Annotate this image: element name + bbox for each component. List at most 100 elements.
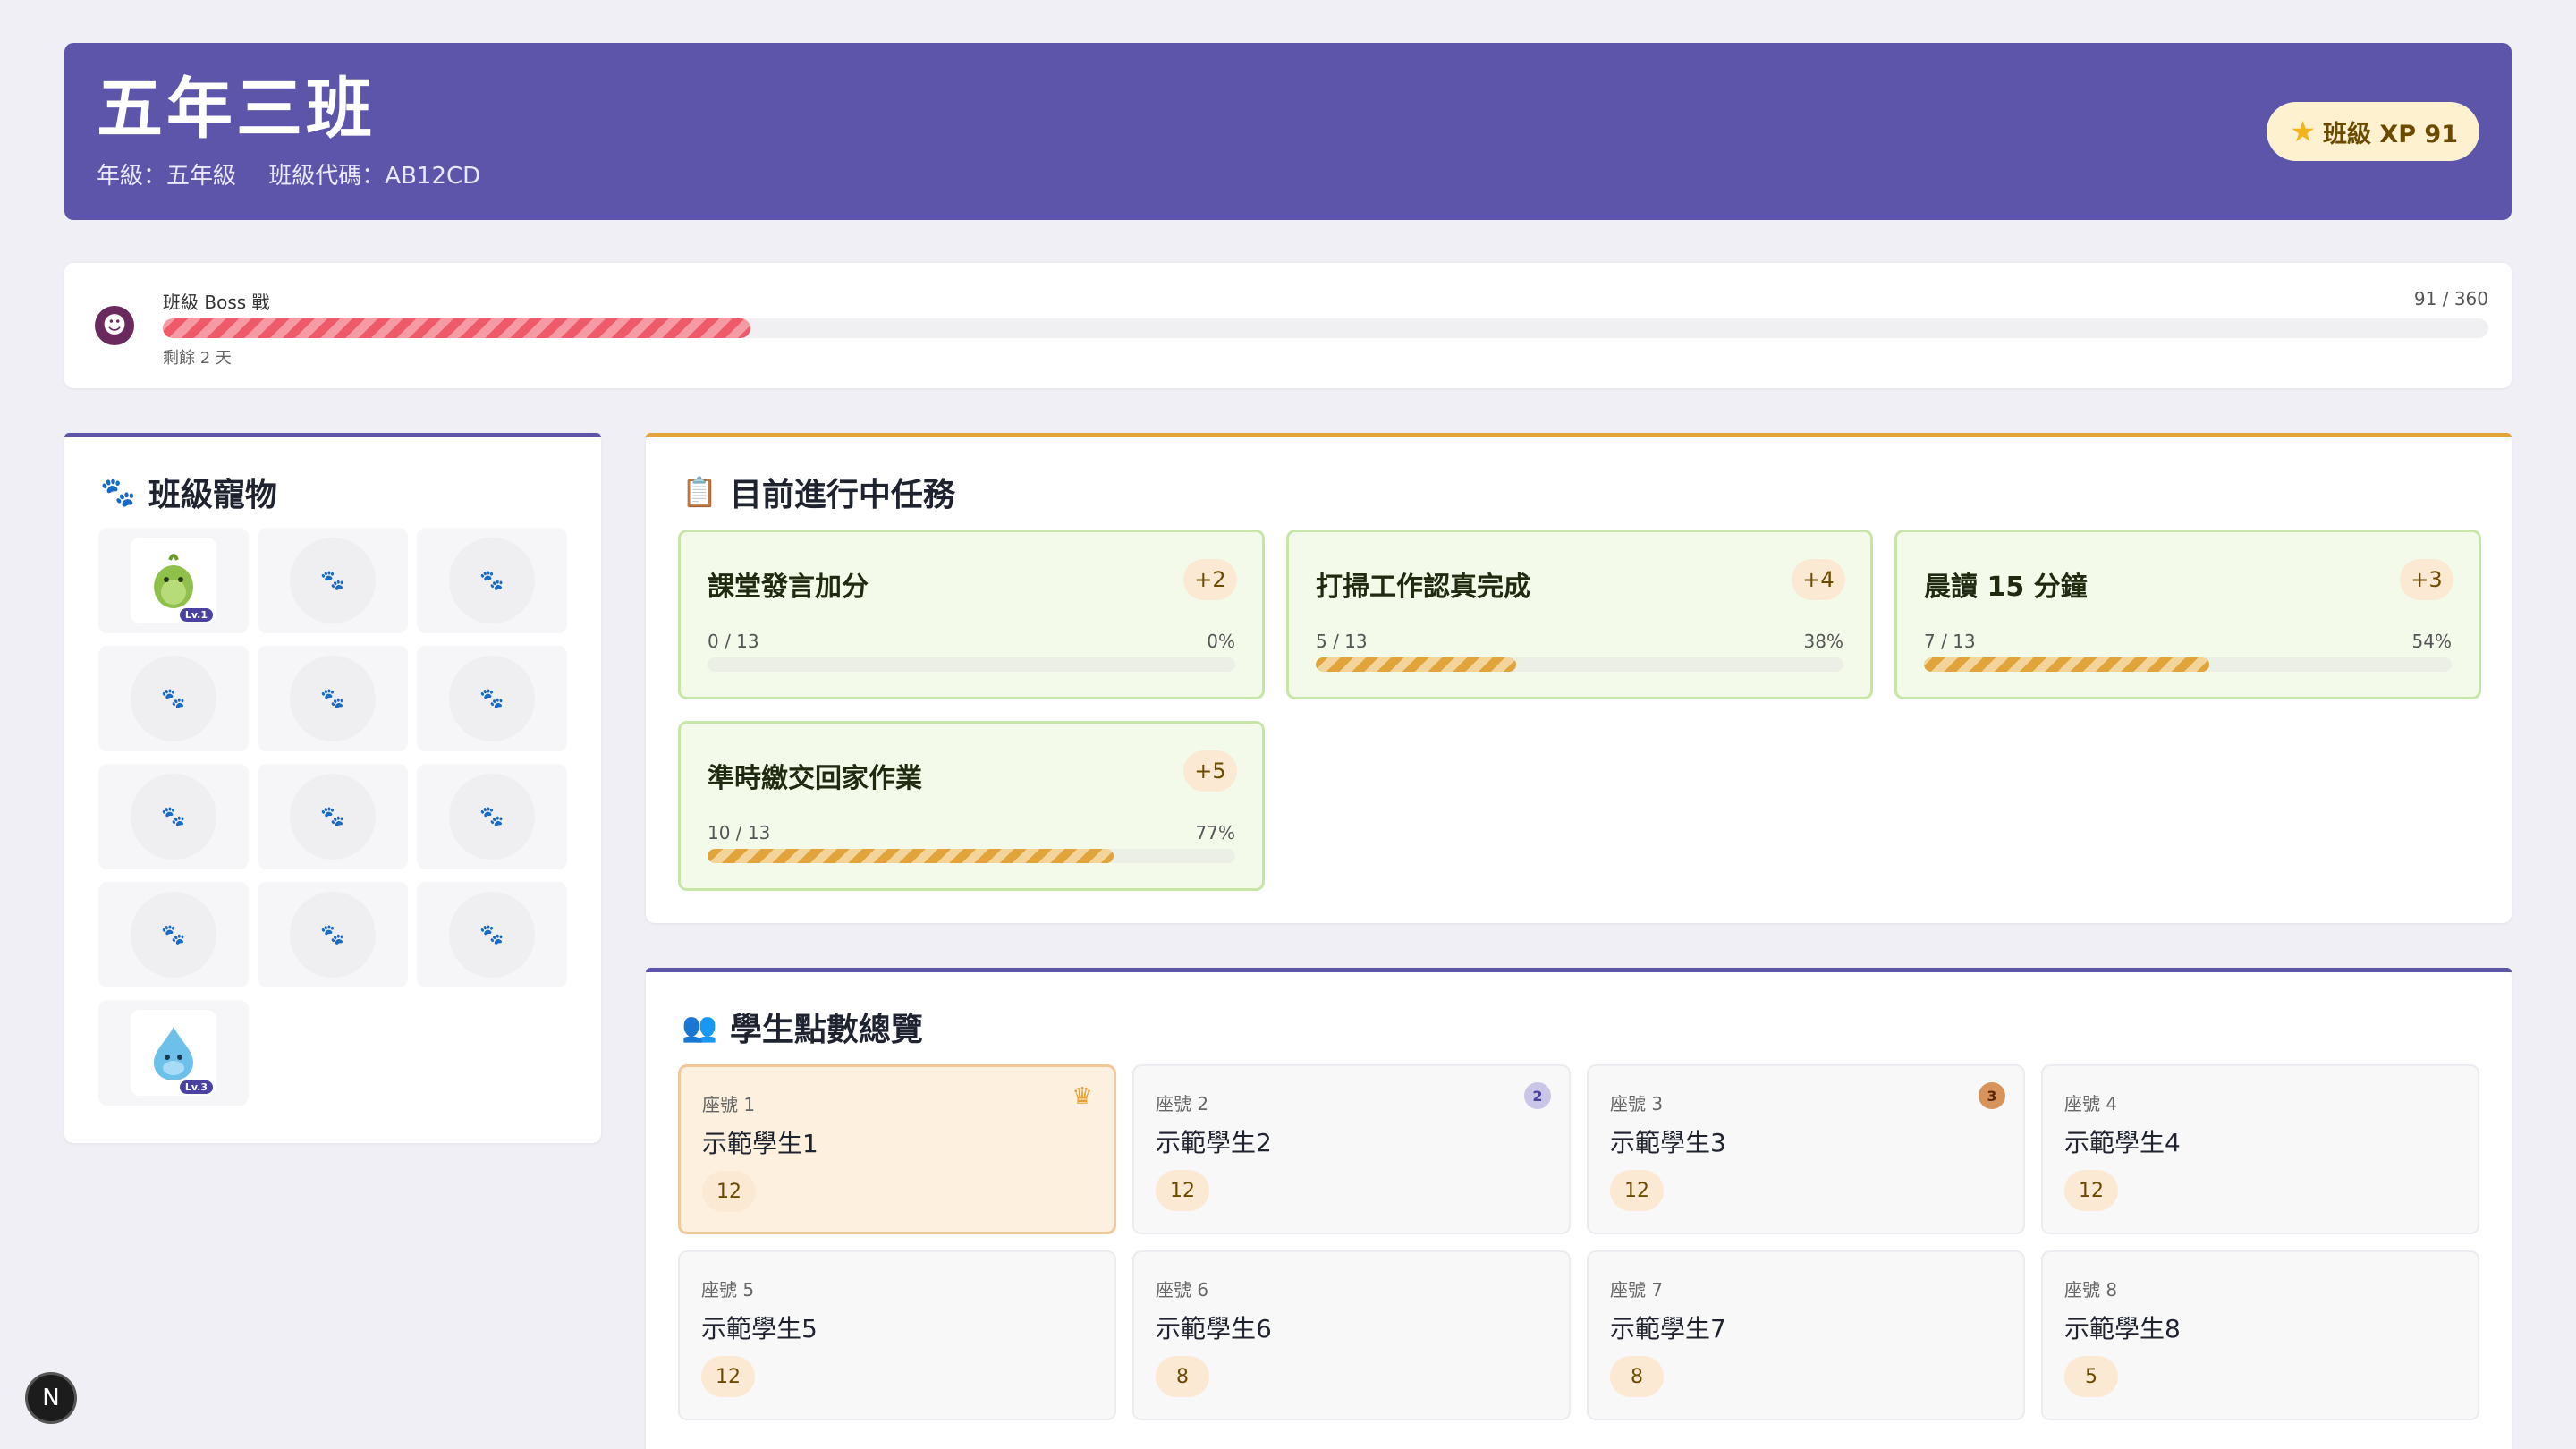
- student-points-badge: 12: [701, 1356, 755, 1397]
- student-points-badge: 8: [1610, 1356, 1664, 1397]
- student-card[interactable]: 座號 6 示範學生6 8: [1132, 1250, 1571, 1420]
- student-card[interactable]: 座號 5 示範學生5 12: [678, 1250, 1116, 1420]
- student-seat: 座號 8: [2064, 1279, 2118, 1301]
- pet-slot-filled[interactable]: Lv.3: [98, 1000, 249, 1106]
- quest-progress-count: 7 / 13: [1924, 631, 1976, 652]
- star-icon: ★: [2290, 114, 2317, 148]
- pet-slot-empty[interactable]: 🐾: [258, 646, 408, 751]
- pet-slot-empty[interactable]: 🐾: [417, 646, 567, 751]
- boss-battle-card: ☻ 班級 Boss 戰 91 / 360 剩餘 2 天: [64, 263, 2512, 388]
- quest-progress-percent: 54%: [2411, 631, 2452, 652]
- quest-progress-percent: 38%: [1803, 631, 1843, 652]
- pets-title: 班級寵物: [148, 477, 277, 513]
- student-card[interactable]: 座號 2 示範學生2 12 2: [1132, 1064, 1571, 1234]
- quest-name: 準時繳交回家作業: [708, 763, 922, 794]
- student-seat: 座號 2: [1156, 1093, 1209, 1114]
- student-name: 示範學生2: [1156, 1128, 1272, 1157]
- class-title: 五年三班: [97, 71, 376, 148]
- class-xp-label: 班級 XP 91: [2323, 120, 2458, 148]
- paw-icon: 🐾: [131, 892, 216, 978]
- quest-progress-percent: 0%: [1207, 631, 1235, 652]
- quest-grid: 課堂發言加分 +2 0 / 13 0% 打掃工作認真完成 +4 5 / 13 38% 晨讀 15…: [678, 530, 2481, 891]
- pet-level-badge: Lv.1: [179, 608, 213, 622]
- quest-card[interactable]: 打掃工作認真完成 +4 5 / 13 38%: [1286, 530, 1873, 699]
- paw-icon: 🐾: [131, 774, 216, 860]
- student-card[interactable]: 座號 3 示範學生3 12 3: [1587, 1064, 2025, 1234]
- student-seat: 座號 1: [702, 1094, 756, 1115]
- quest-card[interactable]: 準時繳交回家作業 +5 10 / 13 77%: [678, 721, 1265, 891]
- student-seat: 座號 6: [1156, 1279, 1209, 1301]
- boss-progress-track: [163, 318, 2488, 338]
- paw-icon: 🐾: [449, 774, 535, 860]
- paw-icon: 🐾: [449, 538, 535, 623]
- quest-points-badge: +3: [2400, 559, 2453, 600]
- student-seat: 座號 4: [2064, 1093, 2118, 1114]
- paw-icon: 🐾: [290, 892, 376, 978]
- quest-progress-count: 10 / 13: [708, 822, 771, 843]
- active-quests-panel: 📋 目前進行中任務 課堂發言加分 +2 0 / 13 0% 打掃工作認真完成 +4 5 / …: [646, 433, 2512, 923]
- paw-icon: 🐾: [100, 475, 136, 509]
- quest-progress-fill: [1924, 657, 2209, 672]
- student-seat: 座號 7: [1610, 1279, 1664, 1301]
- boss-progress-fill: [163, 318, 751, 338]
- student-seat: 座號 5: [701, 1279, 755, 1301]
- crown-icon: ♛: [1072, 1083, 1093, 1110]
- student-name: 示範學生3: [1610, 1128, 1726, 1157]
- paw-icon: 🐾: [131, 656, 216, 741]
- pet-slot-empty[interactable]: 🐾: [258, 882, 408, 987]
- pet-slot-filled[interactable]: Lv.1: [98, 528, 249, 633]
- quest-progress-track: [1316, 657, 1843, 672]
- student-points-badge: 12: [702, 1171, 756, 1212]
- quest-name: 晨讀 15 分鐘: [1924, 572, 2088, 603]
- student-name: 示範學生4: [2064, 1128, 2181, 1157]
- quest-card[interactable]: 晨讀 15 分鐘 +3 7 / 13 54%: [1894, 530, 2481, 699]
- student-card[interactable]: 座號 8 示範學生8 5: [2041, 1250, 2479, 1420]
- pet-slot-empty[interactable]: 🐾: [258, 528, 408, 633]
- student-name: 示範學生7: [1610, 1314, 1726, 1343]
- demon-face-icon: ☻: [95, 306, 134, 345]
- student-grid: 座號 1 示範學生1 12 ♛ 座號 2 示範學生2 12 2 座號 3 示範學生3 12 3 座號 4…: [678, 1064, 2479, 1420]
- dev-tools-button[interactable]: N: [25, 1372, 77, 1424]
- quest-points-badge: +5: [1183, 750, 1237, 792]
- student-name: 示範學生1: [702, 1129, 818, 1158]
- quest-name: 打掃工作認真完成: [1316, 572, 1530, 603]
- student-card[interactable]: 座號 1 示範學生1 12 ♛: [678, 1064, 1116, 1234]
- panel-title-students: 👥 學生點數總覽: [682, 1004, 923, 1050]
- pet-blue-droplet-icon: Lv.3: [131, 1010, 216, 1096]
- panel-title-pets: 🐾 班級寵物: [100, 469, 277, 515]
- class-meta: 年級：五年級 班級代碼：AB12CD: [97, 157, 2479, 191]
- pet-slot-empty[interactable]: 🐾: [417, 882, 567, 987]
- quest-card[interactable]: 課堂發言加分 +2 0 / 13 0%: [678, 530, 1265, 699]
- clipboard-icon: 📋: [682, 475, 717, 509]
- quest-progress-count: 0 / 13: [708, 631, 759, 652]
- users-icon: 👥: [682, 1010, 717, 1044]
- paw-icon: 🐾: [290, 656, 376, 741]
- panel-title-quests: 📋 目前進行中任務: [682, 469, 955, 515]
- pet-slot-empty[interactable]: 🐾: [258, 764, 408, 869]
- student-name: 示範學生8: [2064, 1314, 2181, 1343]
- quest-progress-track: [708, 657, 1235, 672]
- boss-count: 91 / 360: [2413, 288, 2488, 309]
- student-seat: 座號 3: [1610, 1093, 1664, 1114]
- panel-accent: [64, 433, 601, 437]
- quest-progress-fill: [708, 849, 1114, 863]
- student-name: 示範學生5: [701, 1314, 818, 1343]
- pet-slot-empty[interactable]: 🐾: [417, 764, 567, 869]
- quest-progress-fill: [1316, 657, 1517, 672]
- quest-progress-percent: 77%: [1195, 822, 1235, 843]
- class-header: 五年三班 年級：五年級 班級代碼：AB12CD ★ 班級 XP 91: [64, 43, 2512, 220]
- pet-slot-empty[interactable]: 🐾: [98, 646, 249, 751]
- student-points-badge: 5: [2064, 1356, 2118, 1397]
- pet-slot-empty[interactable]: 🐾: [417, 528, 567, 633]
- student-card[interactable]: 座號 4 示範學生4 12: [2041, 1064, 2479, 1234]
- class-xp-badge[interactable]: ★ 班級 XP 91: [2267, 102, 2479, 161]
- student-points-badge: 12: [1156, 1170, 1209, 1211]
- pet-grid: Lv.1 🐾 🐾 🐾 🐾 🐾 🐾 🐾 🐾 🐾 🐾 🐾 Lv.3: [98, 528, 567, 1106]
- pet-slot-empty[interactable]: 🐾: [98, 882, 249, 987]
- student-card[interactable]: 座號 7 示範學生7 8: [1587, 1250, 2025, 1420]
- quest-points-badge: +4: [1792, 559, 1845, 600]
- pet-slot-empty[interactable]: 🐾: [98, 764, 249, 869]
- pet-level-badge: Lv.3: [179, 1080, 213, 1094]
- quest-progress-track: [1924, 657, 2452, 672]
- student-points-panel: 👥 學生點數總覽 座號 1 示範學生1 12 ♛ 座號 2 示範學生2 12 2 座號 3 示範學…: [646, 968, 2512, 1449]
